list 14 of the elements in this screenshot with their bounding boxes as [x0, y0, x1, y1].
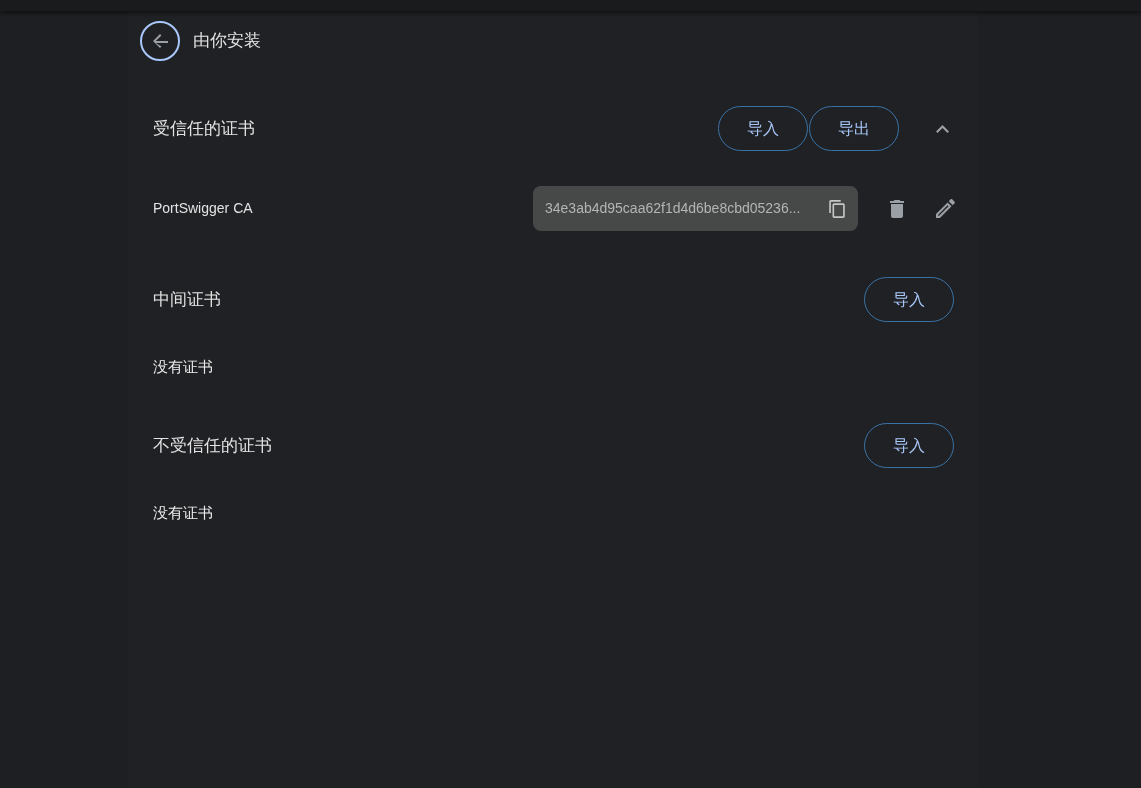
copy-icon[interactable]: [829, 199, 845, 218]
delete-icon[interactable]: [890, 199, 904, 218]
empty-message: 没有证书: [153, 502, 213, 523]
section-title: 受信任的证书: [153, 117, 255, 140]
chevron-up-icon: [935, 124, 949, 133]
back-button[interactable]: [140, 21, 180, 61]
edit-icon[interactable]: [936, 199, 955, 218]
section-title: 中间证书: [153, 288, 221, 311]
section-title: 不受信任的证书: [153, 434, 272, 457]
page-title: 由你安装: [193, 30, 261, 53]
empty-message: 没有证书: [153, 356, 213, 377]
fingerprint-text: 34e3ab4d95caa62f1d4d6be8cbd05236...: [545, 199, 802, 218]
back-arrow-icon: [152, 34, 168, 48]
certificate-name: PortSwigger CA: [153, 199, 254, 218]
